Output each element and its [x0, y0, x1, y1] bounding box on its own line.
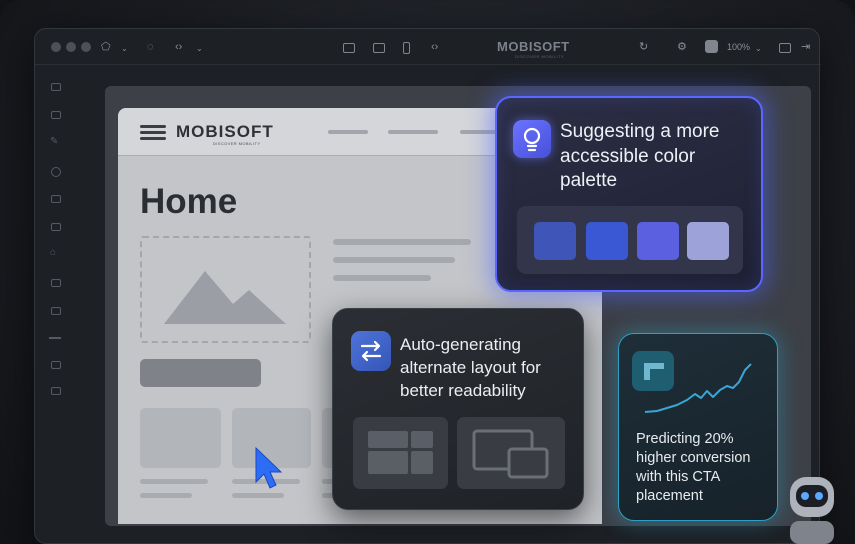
code-view-icon[interactable]: ‹› [431, 40, 438, 54]
ellipse-tool-icon[interactable] [51, 167, 61, 177]
swap-arrows-icon [351, 331, 391, 371]
color-swatch[interactable] [586, 222, 628, 260]
color-swatch[interactable] [534, 222, 576, 260]
conversion-prediction-card[interactable]: Predicting 20% higher conversion with th… [618, 333, 778, 521]
chevron-down-icon[interactable]: ⌄ [196, 42, 203, 56]
page-title: Home [140, 182, 238, 221]
code-icon[interactable]: ‹› [175, 40, 182, 54]
text-line-placeholder [333, 275, 431, 281]
component-icon[interactable]: ◌ [147, 40, 154, 54]
mouse-cursor-icon [255, 446, 283, 489]
layout-suggestion-text: Auto-generating alternate layout for bet… [400, 335, 541, 400]
layers-icon[interactable] [51, 387, 61, 395]
growth-trend-line [644, 363, 752, 413]
hamburger-menu-icon[interactable] [140, 125, 166, 128]
export-icon[interactable] [705, 40, 718, 53]
chevron-down-icon[interactable]: ⌄ [121, 42, 128, 56]
color-swatch[interactable] [687, 222, 729, 260]
select-tool-icon[interactable] [51, 83, 61, 91]
text-line-placeholder [333, 239, 471, 245]
nav-link-placeholder[interactable] [388, 130, 438, 134]
desktop-view-icon[interactable] [343, 43, 355, 53]
frame-tool-icon[interactable]: ⬠ [101, 40, 111, 54]
calendar-icon[interactable] [51, 279, 61, 287]
zoom-level[interactable]: 100% [727, 42, 750, 52]
cart-icon[interactable]: ⌂ [50, 247, 56, 258]
mockup-logo: MOBISOFT [176, 122, 274, 141]
color-swatch-row [517, 206, 743, 274]
tablet-view-icon[interactable] [373, 43, 385, 53]
image-tool-icon[interactable] [51, 223, 61, 231]
content-card[interactable] [140, 408, 221, 468]
container-icon[interactable] [51, 307, 61, 315]
cta-button[interactable] [140, 359, 261, 387]
rectangle-tool-icon[interactable] [51, 195, 61, 203]
responsive-screens-icon [472, 429, 549, 479]
collapse-icon[interactable]: ⇥ [801, 40, 810, 54]
settings-icon[interactable]: ⚙ [677, 40, 687, 54]
screen: ⬠ ⌄ ◌ ‹› ⌄ ‹› MOBISOFT DISCOVER MOBILITY… [0, 0, 855, 544]
responsive-layout-option[interactable] [457, 417, 565, 489]
text-line-placeholder [333, 257, 455, 263]
mobile-view-icon[interactable] [403, 42, 410, 54]
refresh-icon[interactable]: ↻ [639, 40, 648, 54]
layout-suggestion-card[interactable]: Auto-generating alternate layout for bet… [332, 308, 584, 510]
window-minimize-button[interactable] [66, 42, 76, 52]
color-palette-suggestion-text: Suggesting a more accessible color palet… [560, 121, 720, 191]
grid-layout-icon [368, 431, 433, 474]
chevron-down-icon[interactable]: ⌄ [755, 42, 762, 56]
card-text-placeholder [140, 479, 208, 484]
app-logo: MOBISOFT [497, 39, 570, 54]
app-logo-tagline: DISCOVER MOBILITY [515, 54, 565, 59]
lightbulb-icon [513, 120, 551, 158]
conversion-prediction-text: Predicting 20% higher conversion with th… [636, 431, 751, 504]
close-box-icon[interactable] [51, 361, 61, 369]
window-maximize-button[interactable] [81, 42, 91, 52]
frame-tool-icon[interactable] [51, 111, 61, 119]
preview-icon[interactable] [779, 43, 791, 53]
mountain-image-icon [164, 271, 286, 324]
card-text-placeholder [232, 493, 284, 498]
color-palette-suggestion-card[interactable]: Suggesting a more accessible color palet… [495, 96, 763, 292]
grid-layout-option[interactable] [353, 417, 448, 489]
nav-link-placeholder[interactable] [460, 130, 500, 134]
pen-tool-icon[interactable]: ✎ [50, 136, 58, 147]
ai-assistant-robot-icon[interactable] [788, 475, 836, 544]
nav-link-placeholder[interactable] [328, 130, 368, 134]
card-text-placeholder [140, 493, 192, 498]
divider-tool-icon[interactable] [49, 337, 61, 339]
mockup-logo-tagline: DISCOVER MOBILITY [213, 141, 261, 146]
toolbar: ⬠ ⌄ ◌ ‹› ⌄ ‹› MOBISOFT DISCOVER MOBILITY… [35, 29, 821, 65]
color-swatch[interactable] [637, 222, 679, 260]
window-close-button[interactable] [51, 42, 61, 52]
image-placeholder [140, 236, 311, 343]
